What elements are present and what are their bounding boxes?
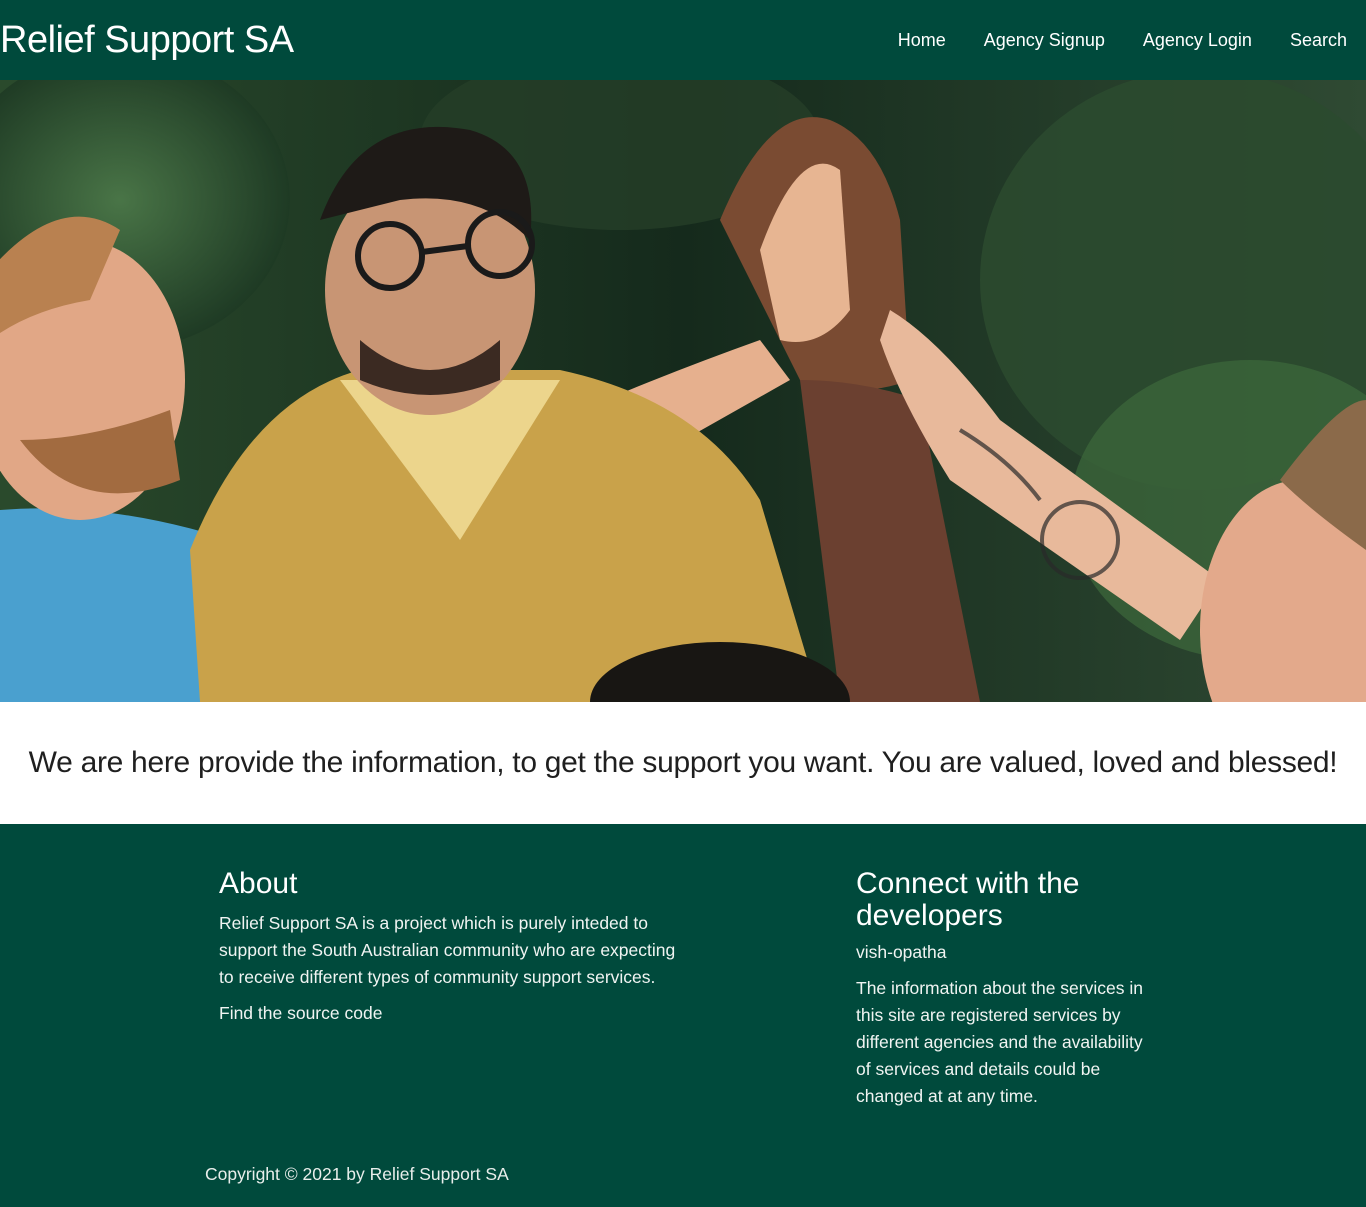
copyright-text: Copyright © 2021 by Relief Support SA	[205, 1164, 509, 1184]
connect-heading: Connect with the developers	[856, 867, 1080, 932]
footer: About Relief Support SA is a project whi…	[0, 824, 1366, 1207]
connect-section: Connect with the developers vish-opatha …	[856, 868, 1156, 1122]
about-text: Relief Support SA is a project which is …	[219, 913, 676, 987]
source-code-link[interactable]: Find the source code	[219, 1003, 679, 1024]
navbar: Relief Support SA Home Agency Signup Age…	[0, 0, 1366, 80]
about-section: About Relief Support SA is a project whi…	[219, 868, 679, 1036]
hero-illustration	[0, 80, 1366, 702]
hero-image	[0, 80, 1366, 702]
tagline-section: We are here provide the information, to …	[0, 702, 1366, 824]
site-brand[interactable]: Relief Support SA	[0, 19, 294, 62]
nav-search-link[interactable]: Search	[1290, 30, 1347, 51]
about-heading: About	[219, 867, 298, 900]
nav-home-link[interactable]: Home	[898, 30, 946, 51]
nav-links: Home Agency Signup Agency Login Search	[860, 30, 1347, 51]
tagline-text: We are here provide the information, to …	[28, 746, 1338, 779]
developer-link[interactable]: vish-opatha	[856, 942, 1156, 963]
services-disclaimer: The information about the services in th…	[856, 978, 1143, 1106]
nav-agency-login-link[interactable]: Agency Login	[1143, 30, 1252, 51]
nav-agency-signup-link[interactable]: Agency Signup	[984, 30, 1105, 51]
